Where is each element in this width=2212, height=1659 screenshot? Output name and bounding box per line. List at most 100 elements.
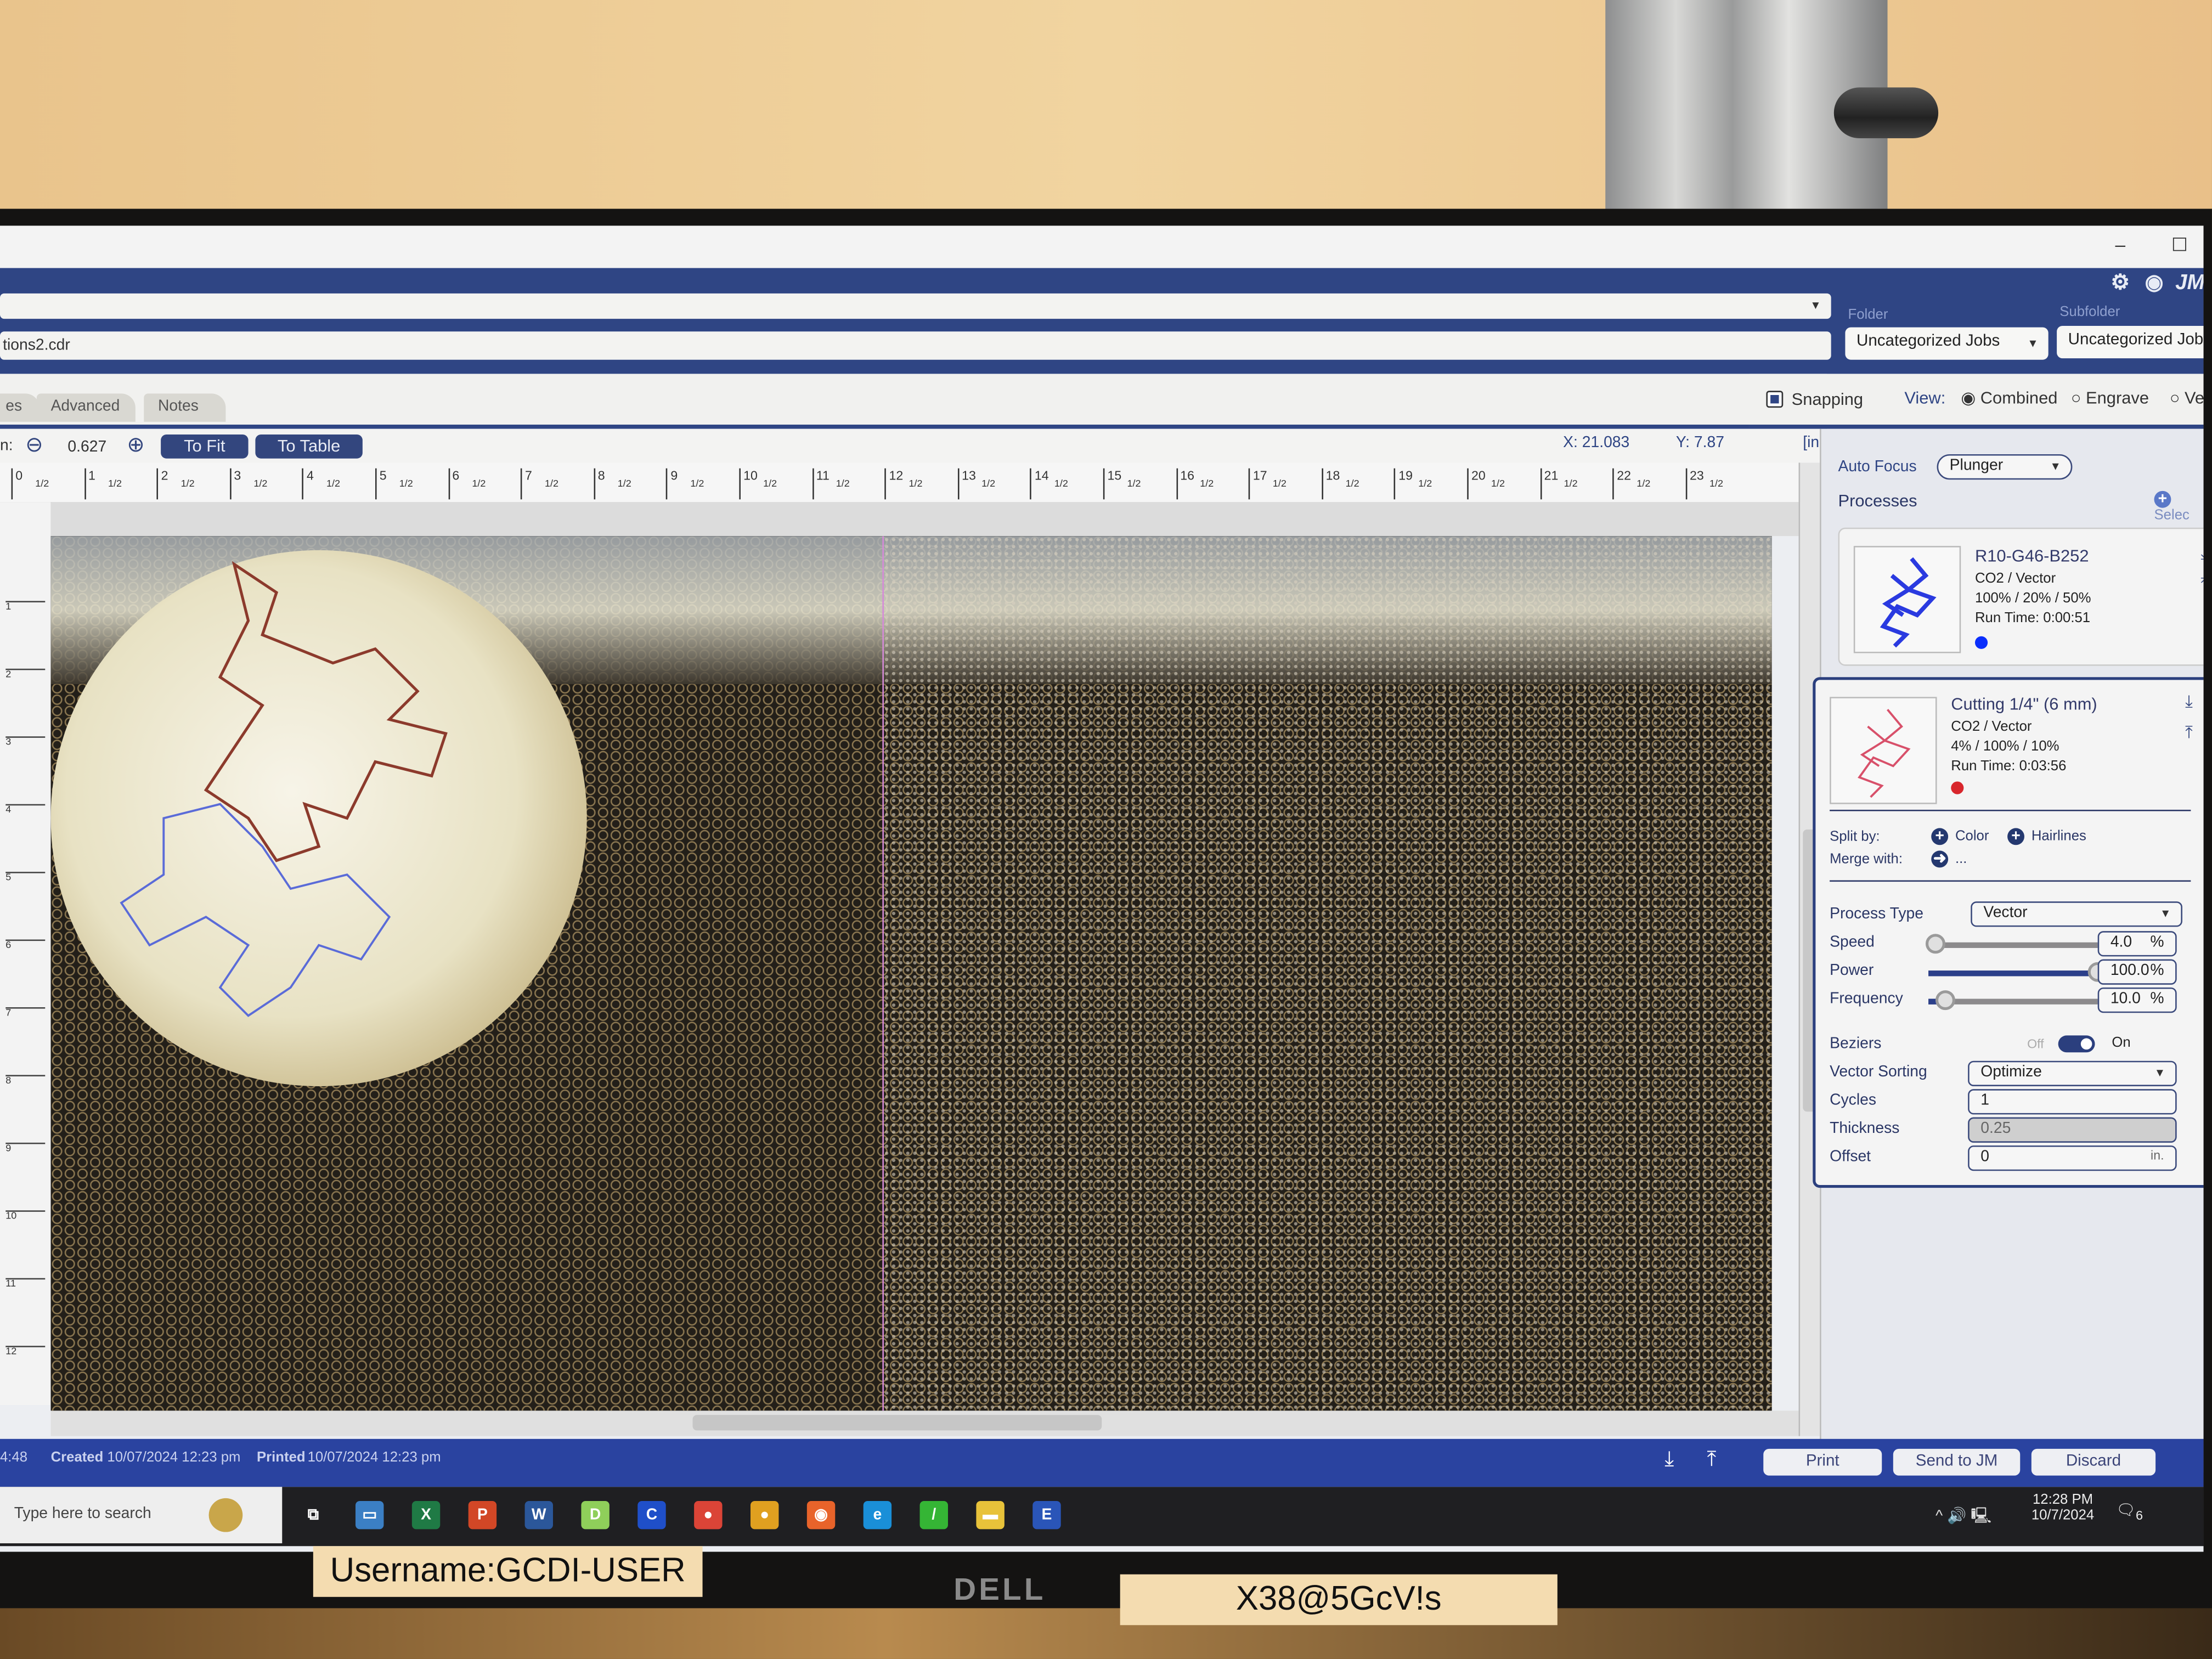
powerpoint-icon[interactable]: P	[468, 1500, 497, 1530]
job-name-dropdown[interactable]: ▼	[0, 293, 1831, 319]
folder-download-icon[interactable]: ⤓	[1664, 1447, 1674, 1471]
print-button[interactable]: Print	[1763, 1448, 1882, 1476]
ruler-tick: 1 1/2	[84, 468, 122, 500]
process-card-1[interactable]: R10-G46-B252 CO2 / Vector 100% / 20% / 5…	[1838, 527, 2204, 666]
tab-es[interactable]: es	[0, 393, 40, 422]
process-type-label: Process Type	[1830, 905, 1923, 923]
tab-bar: es Advanced Notes	[0, 374, 1827, 429]
beziers-label: Beziers	[1830, 1035, 1882, 1053]
ruler-half-label: 1/2	[472, 479, 486, 490]
folder-download-icon[interactable]: ⤓	[2185, 691, 2193, 713]
chrome-icon-2[interactable]: ●	[750, 1500, 779, 1530]
green-app-icon[interactable]: /	[919, 1500, 948, 1530]
offset-input[interactable]: 0 in.	[1968, 1145, 2177, 1171]
beziers-toggle[interactable]	[2058, 1035, 2095, 1053]
merge-with-button[interactable]: ➜...	[1931, 850, 1967, 868]
select-button[interactable]: +Selec	[2154, 490, 2204, 523]
gear-icon[interactable]: ⚙	[2108, 271, 2133, 296]
laptop-app-icon[interactable]: ▭	[355, 1500, 384, 1530]
to-fit-button[interactable]: To Fit	[161, 434, 249, 459]
frequency-input[interactable]: 10.0%	[2097, 987, 2177, 1013]
dell-logo: DELL	[953, 1571, 1046, 1607]
process-card-2[interactable]: Cutting 1/4" (6 mm) CO2 / Vector 4% / 10…	[1813, 677, 2204, 1188]
vruler-tick: 3	[5, 736, 46, 748]
folder-label: Folder	[1848, 307, 1888, 323]
password-sticker: X38@5GcV!s	[1120, 1574, 1558, 1626]
tab-advanced[interactable]: Advanced	[36, 393, 136, 422]
process-title: R10-G46-B252	[1974, 546, 2089, 566]
c-app-icon[interactable]: C	[637, 1500, 666, 1530]
notifications-icon[interactable]: 🗨6	[2116, 1501, 2143, 1522]
zoom-in-icon[interactable]: ⊕	[127, 432, 144, 457]
printed-label: Printed	[256, 1450, 306, 1466]
clock[interactable]: 12:28 PM 10/7/2024	[2032, 1493, 2094, 1524]
tray-chevron-icon[interactable]: ^ 🔊 🖳	[1936, 1504, 1991, 1531]
tab-notes[interactable]: Notes	[144, 393, 226, 422]
status-bar: 4:48 Created 10/07/2024 12:23 pm Printed…	[0, 1438, 2204, 1487]
file-name: tions2.cdr	[3, 337, 70, 354]
to-table-button[interactable]: To Table	[255, 434, 363, 459]
folder-upload-icon[interactable]: ⤒	[1707, 1447, 1716, 1471]
ruler-half-label: 1/2	[1637, 479, 1651, 490]
edge-icon[interactable]: e	[863, 1500, 892, 1530]
folder-dropdown[interactable]: Uncategorized Jobs ▼	[1845, 327, 2049, 360]
send-to-jm-button[interactable]: Send to JM	[1893, 1448, 2021, 1476]
view-engrave-radio[interactable]: ○ Engrave	[2071, 388, 2149, 408]
camera-canvas[interactable]	[50, 536, 1772, 1411]
job-manager-icon[interactable]: E	[1032, 1500, 1061, 1530]
ruler-tick: 14 1/2	[1030, 468, 1068, 500]
subfolder-value: Uncategorized Jobs	[2068, 331, 2204, 349]
power-input[interactable]: 100.0%	[2097, 959, 2177, 985]
word-icon[interactable]: W	[524, 1500, 553, 1530]
file-path-field[interactable]: tions2.cdr	[0, 331, 1831, 360]
horizontal-scrollbar[interactable]	[50, 1410, 1799, 1436]
chrome-icon[interactable]: ●	[694, 1500, 723, 1530]
ruler-half-label: 1/2	[253, 479, 268, 490]
split-color-button[interactable]: + Color	[1931, 828, 1989, 845]
scrollbar-thumb-h[interactable]	[692, 1415, 1102, 1431]
ruler-half-label: 1/2	[763, 479, 777, 490]
cycles-input[interactable]: 1	[1968, 1089, 2177, 1115]
snapping-label: Snapping	[1791, 389, 1864, 409]
view-vector-radio[interactable]: ○ Ve	[2170, 388, 2204, 408]
vruler-tick: 8	[5, 1075, 46, 1086]
zoom-out-icon[interactable]: ⊖	[25, 432, 43, 457]
minimize-icon[interactable]: –	[2108, 234, 2133, 257]
maximize-icon[interactable]: ☐	[2167, 234, 2192, 257]
beziers-on-label: On	[2112, 1035, 2131, 1051]
ruler-tick: 19 1/2	[1394, 468, 1432, 500]
frequency-slider[interactable]	[1928, 990, 2098, 1011]
created-value: 10/07/2024 12:23 pm	[107, 1450, 241, 1466]
light-spot	[50, 550, 587, 1086]
auto-focus-dropdown[interactable]: Plunger ▼	[1937, 454, 2073, 480]
ruler-tick: 6 1/2	[448, 468, 486, 500]
split-hairlines-button[interactable]: + Hairlines	[2007, 828, 2086, 845]
folder-upload-icon[interactable]: ⤒	[2185, 723, 2193, 744]
ruler-half-label: 1/2	[690, 479, 704, 490]
pulse-icon[interactable]: ◉	[2141, 271, 2166, 296]
speed-slider[interactable]	[1925, 934, 2098, 954]
task-view-icon[interactable]: ⧉	[299, 1500, 328, 1530]
taskbar-search[interactable]: Type here to search	[0, 1487, 283, 1544]
view-combined-radio[interactable]: ◉ Combined	[1961, 388, 2057, 408]
snapping-checkbox[interactable]	[1766, 391, 1784, 408]
speed-input[interactable]: 4.0%	[2097, 931, 2177, 957]
d-app-icon[interactable]: D	[581, 1500, 610, 1530]
firefox-icon[interactable]: ◉	[806, 1500, 836, 1530]
job-header: ▼ tions2.cdr Folder Uncategorized Jobs ▼ …	[0, 268, 2204, 374]
process-type-dropdown[interactable]: Vector ▼	[1971, 901, 2182, 927]
folder-upload-icon[interactable]: ⤒	[2200, 574, 2203, 596]
excel-icon[interactable]: X	[411, 1500, 441, 1530]
file-explorer-icon[interactable]: ▬	[976, 1500, 1005, 1530]
jm-icon[interactable]: JM	[2175, 271, 2203, 296]
folder-download-icon[interactable]: ⤓	[2200, 543, 2203, 565]
discard-button[interactable]: Discard	[2031, 1448, 2156, 1476]
chevron-down-icon: ▼	[1810, 299, 1821, 312]
power-slider[interactable]	[1928, 962, 2108, 982]
process-run-time: Run Time: 0:00:51	[1974, 611, 2091, 627]
subfolder-dropdown[interactable]: Uncategorized Jobs	[2057, 325, 2204, 359]
vector-sorting-dropdown[interactable]: Optimize ▼	[1968, 1060, 2177, 1086]
process-title: Cutting 1/4" (6 mm)	[1951, 694, 2097, 714]
plus-icon: +	[2007, 828, 2024, 845]
ruler-half-label: 1/2	[1491, 479, 1505, 490]
